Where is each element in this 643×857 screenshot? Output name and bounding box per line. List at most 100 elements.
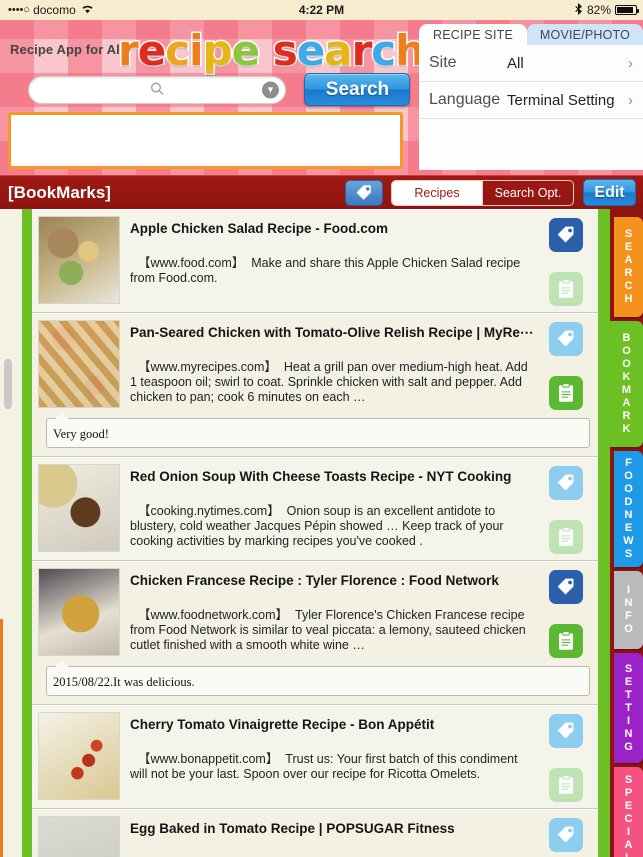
content-stage: Apple Chicken Salad Recipe - Food.com 【ww… bbox=[0, 209, 643, 857]
bookmark-item-note[interactable]: Very good! bbox=[46, 412, 590, 448]
side-tab-bookmark[interactable]: BOOKMARK bbox=[610, 321, 643, 447]
clipboard-icon[interactable] bbox=[549, 624, 583, 658]
settings-panel: RECIPE SITE MOVIE/PHOTO Site All › Langu… bbox=[409, 20, 643, 175]
recipe-thumbnail[interactable] bbox=[38, 712, 120, 800]
bookmark-item-description: 【www.myrecipes.com】 Heat a grill pan ove… bbox=[130, 360, 528, 404]
chevron-right-icon: › bbox=[628, 91, 633, 109]
bookmark-item-source: 【www.myrecipes.com】 bbox=[138, 360, 284, 374]
bookmark-item-title[interactable]: Chicken Francese Recipe : Tyler Florence… bbox=[130, 568, 530, 590]
bookmark-item-source: 【www.bonappetit.com】 bbox=[138, 752, 286, 766]
side-tab-search[interactable]: SEARCH bbox=[614, 217, 643, 317]
app-logo: recipe search bbox=[117, 25, 427, 77]
edit-button[interactable]: Edit bbox=[583, 179, 636, 206]
side-tab-foodnews[interactable]: FOODNEWS bbox=[614, 451, 643, 567]
status-bar: ••••○ docomo 4:22 PM 82% bbox=[0, 0, 643, 20]
bookmark-item-text: Egg Baked in Tomato Recipe | POPSUGAR Fi… bbox=[120, 816, 594, 857]
tag-icon[interactable] bbox=[549, 218, 583, 252]
logo-letter-0: r bbox=[117, 25, 141, 77]
search-area: ▼ Search bbox=[28, 73, 411, 106]
bookmark-item-text: Red Onion Soup With Cheese Toasts Recipe… bbox=[120, 464, 594, 552]
clipboard-icon[interactable] bbox=[549, 520, 583, 554]
bookmark-item[interactable]: Apple Chicken Salad Recipe - Food.com 【ww… bbox=[32, 209, 598, 313]
logo-letter-3: i bbox=[188, 25, 206, 77]
left-edge-accent bbox=[0, 619, 22, 857]
setting-label-site: Site bbox=[429, 54, 457, 71]
side-tab-bar[interactable]: SEARCH BOOKMARK FOODNEWS INFO SETTING SPECIAL bbox=[610, 209, 643, 857]
tag-icon[interactable] bbox=[549, 714, 583, 748]
bookmarks-toolbar: [BookMarks] Recipes Search Opt. Edit bbox=[0, 175, 643, 209]
bookmark-list[interactable]: Apple Chicken Salad Recipe - Food.com 【ww… bbox=[32, 209, 598, 857]
bookmark-item-row: Red Onion Soup With Cheese Toasts Recipe… bbox=[32, 464, 598, 554]
tag-icon bbox=[356, 185, 371, 200]
settings-panel-body: Site All › Language Terminal Setting › bbox=[419, 45, 643, 170]
clipboard-icon[interactable] bbox=[549, 768, 583, 802]
logo-letter-10: r bbox=[350, 25, 374, 77]
app-tagline: Recipe App for All bbox=[10, 42, 124, 57]
logo-letter-6 bbox=[259, 26, 273, 75]
logo-letter-11: c bbox=[370, 25, 398, 77]
bookmark-item[interactable]: Pan-Seared Chicken with Tomato-Olive Rel… bbox=[32, 313, 598, 457]
search-icon bbox=[150, 81, 164, 98]
logo-letter-8: e bbox=[295, 25, 326, 77]
bookmark-item-actions bbox=[540, 570, 592, 658]
bookmark-item-title[interactable]: Apple Chicken Salad Recipe - Food.com bbox=[130, 216, 530, 238]
tag-icon[interactable] bbox=[549, 818, 583, 852]
bookmark-item-source: 【cooking.nytimes.com】 bbox=[138, 504, 287, 518]
tab-movie-photo[interactable]: MOVIE/PHOTO bbox=[527, 24, 643, 46]
page-title: [BookMarks] bbox=[8, 183, 111, 202]
recipe-thumbnail[interactable] bbox=[38, 816, 120, 857]
search-input[interactable]: ▼ bbox=[28, 75, 286, 104]
list-mode-segmented-control[interactable]: Recipes Search Opt. bbox=[391, 180, 574, 206]
bookmark-item-actions bbox=[540, 218, 592, 306]
left-scroll-handle[interactable] bbox=[4, 359, 12, 409]
bookmark-item-row: Apple Chicken Salad Recipe - Food.com 【ww… bbox=[32, 216, 598, 306]
bookmark-item-text: Apple Chicken Salad Recipe - Food.com 【ww… bbox=[120, 216, 594, 304]
right-green-rail bbox=[598, 209, 610, 857]
side-tab-info[interactable]: INFO bbox=[614, 571, 643, 649]
setting-row-site[interactable]: Site All › bbox=[419, 45, 643, 82]
recipe-thumbnail[interactable] bbox=[38, 320, 120, 408]
bookmark-item-description: 【www.food.com】 Make and share this Apple… bbox=[130, 256, 521, 285]
bookmark-item-title[interactable]: Egg Baked in Tomato Recipe | POPSUGAR Fi… bbox=[130, 816, 530, 838]
search-button[interactable]: Search bbox=[304, 73, 411, 106]
bookmark-item-actions bbox=[540, 818, 592, 857]
logo-letter-5: e bbox=[230, 25, 261, 77]
recipe-search-app: ••••○ docomo 4:22 PM 82% Recipe App for … bbox=[0, 0, 643, 857]
bookmark-item-text: Cherry Tomato Vinaigrette Recipe - Bon A… bbox=[120, 712, 594, 800]
segment-recipes[interactable]: Recipes bbox=[392, 181, 482, 205]
setting-label-language: Language bbox=[429, 91, 501, 108]
tag-filter-button[interactable] bbox=[345, 180, 383, 206]
side-tab-setting[interactable]: SETTING bbox=[614, 653, 643, 763]
recipe-thumbnail[interactable] bbox=[38, 568, 120, 656]
setting-value-site: All bbox=[507, 54, 524, 72]
clipboard-icon[interactable] bbox=[549, 272, 583, 306]
clock-label: 4:22 PM bbox=[298, 3, 345, 17]
recipe-thumbnail[interactable] bbox=[38, 464, 120, 552]
chevron-down-icon[interactable]: ▼ bbox=[262, 81, 279, 98]
segment-search-opt[interactable]: Search Opt. bbox=[482, 181, 573, 205]
tag-icon[interactable] bbox=[549, 570, 583, 604]
tag-icon[interactable] bbox=[549, 466, 583, 500]
setting-row-language[interactable]: Language Terminal Setting › bbox=[419, 82, 643, 119]
bookmark-item-title[interactable]: Cherry Tomato Vinaigrette Recipe - Bon A… bbox=[130, 712, 530, 734]
logo-letter-7: s bbox=[271, 25, 299, 77]
bluetooth-icon bbox=[575, 2, 583, 18]
tag-icon[interactable] bbox=[549, 322, 583, 356]
bookmark-item[interactable]: Chicken Francese Recipe : Tyler Florence… bbox=[32, 561, 598, 705]
logo-letter-9: a bbox=[323, 25, 354, 77]
bookmark-item[interactable]: Red Onion Soup With Cheese Toasts Recipe… bbox=[32, 457, 598, 561]
clipboard-icon[interactable] bbox=[549, 376, 583, 410]
logo-letter-4: p bbox=[201, 25, 234, 77]
bookmark-item[interactable]: Egg Baked in Tomato Recipe | POPSUGAR Fi… bbox=[32, 809, 598, 857]
bookmark-item-source: 【www.food.com】 bbox=[138, 256, 252, 270]
bookmark-item[interactable]: Cherry Tomato Vinaigrette Recipe - Bon A… bbox=[32, 705, 598, 809]
bookmark-item-note[interactable]: 2015/08/22.It was delicious. bbox=[46, 660, 590, 696]
bookmark-item-actions bbox=[540, 322, 592, 410]
tab-recipe-site[interactable]: RECIPE SITE bbox=[419, 24, 527, 46]
bookmark-item-title[interactable]: Pan-Seared Chicken with Tomato-Olive Rel… bbox=[130, 320, 533, 342]
side-tab-special[interactable]: SPECIAL bbox=[614, 767, 643, 857]
logo-letter-1: e bbox=[136, 25, 167, 77]
search-history-box[interactable] bbox=[8, 112, 403, 169]
recipe-thumbnail[interactable] bbox=[38, 216, 120, 304]
bookmark-item-title[interactable]: Red Onion Soup With Cheese Toasts Recipe… bbox=[130, 464, 530, 486]
